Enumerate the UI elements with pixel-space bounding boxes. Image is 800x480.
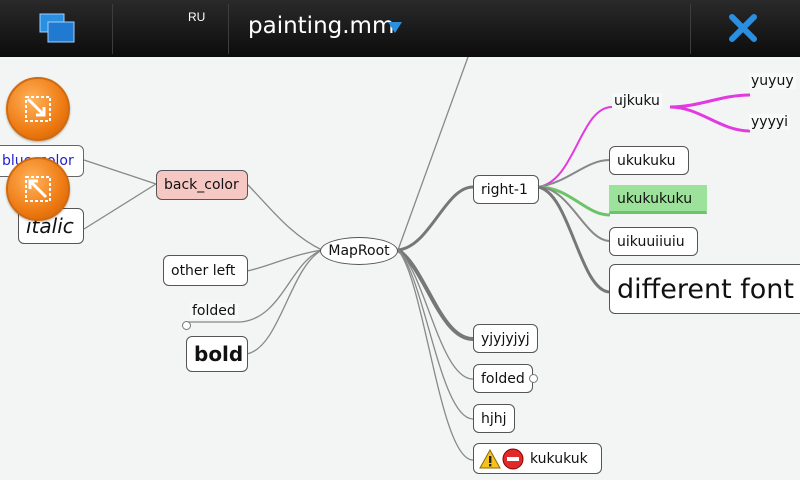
node-uikuuiiuiu[interactable]: uikuuiiuiu — [609, 227, 698, 256]
fold-indicator[interactable] — [182, 321, 191, 330]
node-different-font[interactable]: different font — [609, 264, 800, 314]
dropdown-triangle-icon — [388, 22, 402, 33]
warning-icon — [479, 448, 501, 468]
zoom-out-button[interactable] — [6, 157, 70, 221]
zoom-in-button[interactable] — [6, 77, 70, 141]
node-other-left[interactable]: other left — [163, 255, 248, 286]
node-folded-left[interactable]: folded — [190, 303, 238, 319]
node-bold[interactable]: bold — [186, 336, 248, 372]
node-folded-right[interactable]: folded — [473, 364, 533, 393]
node-yjyjyjyj[interactable]: yjyjyjyj — [473, 324, 538, 353]
mindmap-canvas[interactable]: blue_color back_color italic other left … — [0, 57, 800, 480]
title-bar: RU painting.mm — [0, 0, 800, 57]
node-yyyyi[interactable]: yyyyi — [749, 114, 791, 130]
close-button[interactable] — [690, 0, 800, 57]
zoom-out-icon — [25, 176, 51, 202]
node-yuyuy[interactable]: yuyuy — [749, 73, 796, 89]
task-switcher-icon — [39, 13, 75, 43]
document-menu[interactable]: painting.mm — [228, 0, 528, 57]
node-back-color[interactable]: back_color — [156, 170, 248, 200]
node-ujkuku[interactable]: ujkuku — [612, 93, 662, 109]
task-switcher-button[interactable] — [0, 0, 112, 57]
stop-icon — [502, 448, 524, 469]
node-kukukuk[interactable]: kukukuk — [473, 443, 602, 474]
node-root[interactable]: MapRoot — [320, 237, 398, 265]
node-hjhj[interactable]: hjhj — [473, 404, 515, 433]
node-ukukukuku[interactable]: ukukukuku — [609, 185, 707, 214]
node-right-1[interactable]: right-1 — [473, 175, 539, 204]
fold-indicator[interactable] — [529, 374, 538, 383]
close-icon — [729, 14, 757, 42]
language-indicator: RU — [188, 10, 206, 24]
window-title: painting.mm — [248, 13, 395, 39]
zoom-in-icon — [25, 96, 51, 122]
node-ukukuku[interactable]: ukukuku — [609, 146, 689, 175]
